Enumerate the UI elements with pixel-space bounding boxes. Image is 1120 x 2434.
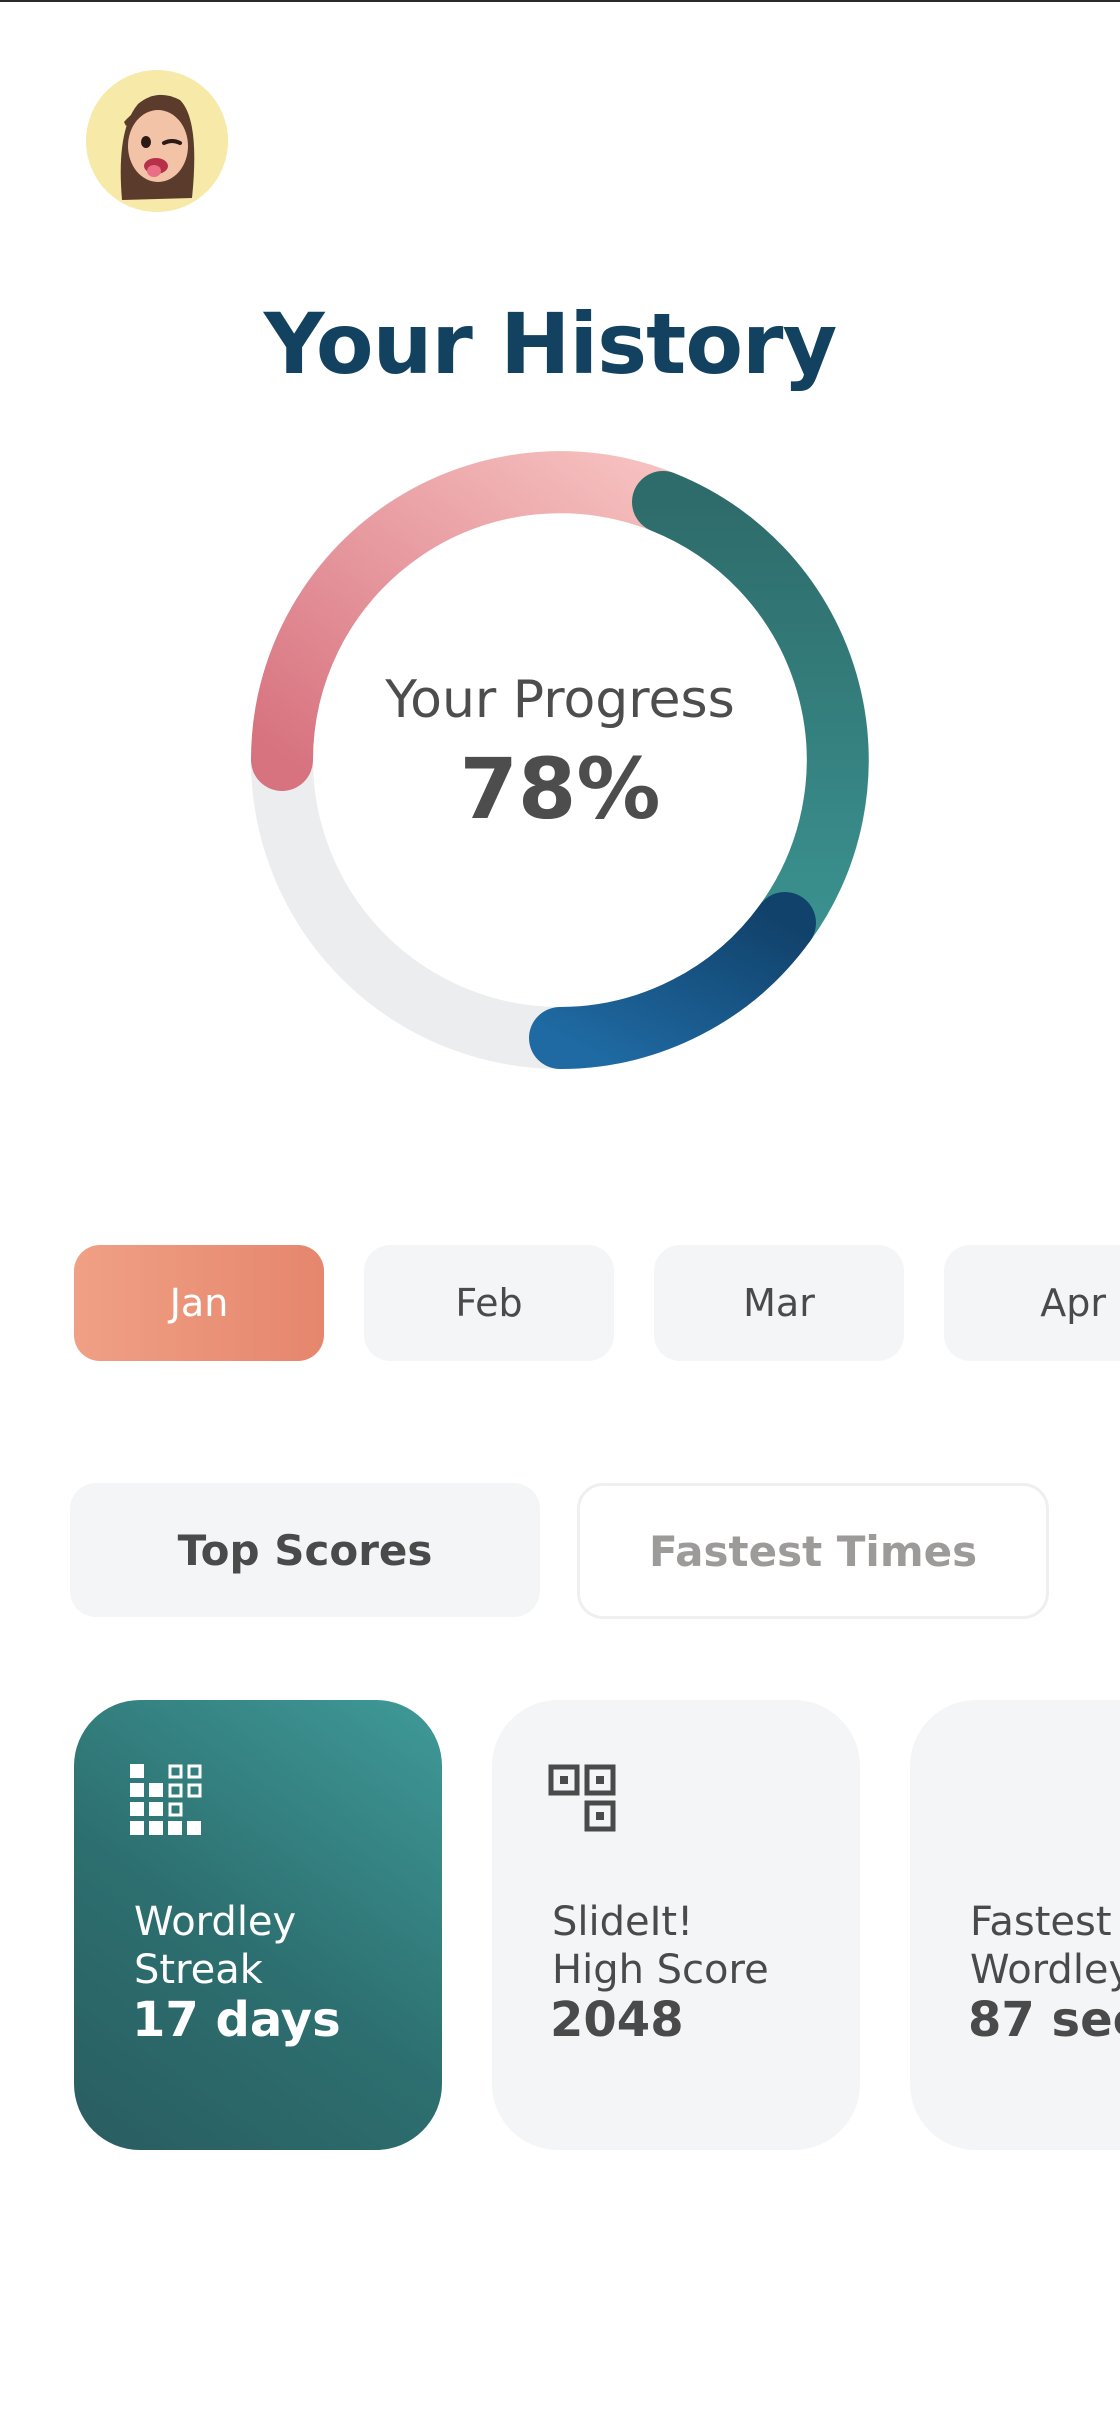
- qr-squares-icon: [548, 1764, 624, 1840]
- page-title: Your History: [263, 295, 837, 393]
- tab-fastest-times[interactable]: Fastest Times: [577, 1483, 1049, 1619]
- month-tab-mar[interactable]: Mar: [654, 1245, 904, 1361]
- card-value: 87 sec: [968, 1992, 1120, 2048]
- grid-blocks-icon: [130, 1764, 206, 1840]
- progress-ring: Your Progress 78%: [240, 440, 880, 1080]
- month-tab-apr[interactable]: Apr: [944, 1245, 1120, 1361]
- card-value: 2048: [550, 1992, 684, 2048]
- card-label: Wordley Streak: [134, 1899, 297, 1993]
- stat-card-wordley-streak[interactable]: Wordley Streak 17 days: [74, 1700, 442, 2150]
- progress-value: 78%: [459, 740, 661, 838]
- card-value: 17 days: [132, 1992, 341, 2048]
- card-label: SlideIt! High Score: [552, 1899, 769, 1993]
- stat-card-fastest-wordley[interactable]: Fastest Wordley 87 sec: [910, 1700, 1120, 2150]
- profile-avatar[interactable]: [86, 70, 228, 212]
- tab-top-scores[interactable]: Top Scores: [70, 1483, 540, 1617]
- month-tab-jan[interactable]: Jan: [74, 1245, 324, 1361]
- memoji-avatar-icon: [86, 70, 228, 212]
- progress-label: Your Progress: [385, 670, 735, 730]
- stat-card-slideit-high-score[interactable]: SlideIt! High Score 2048: [492, 1700, 860, 2150]
- card-label: Fastest Wordley: [970, 1899, 1120, 1993]
- status-divider: [0, 0, 1120, 2]
- month-tab-feb[interactable]: Feb: [364, 1245, 614, 1361]
